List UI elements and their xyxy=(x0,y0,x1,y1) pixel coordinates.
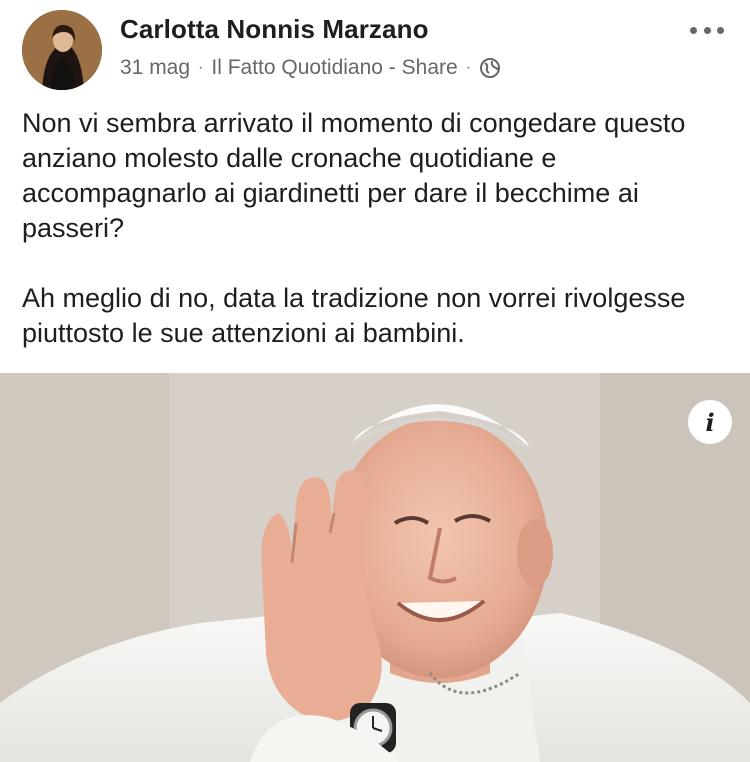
avatar[interactable] xyxy=(22,10,102,90)
photo-illustration xyxy=(0,373,750,762)
info-icon[interactable]: i xyxy=(688,400,732,444)
shared-from[interactable]: Il Fatto Quotidiano - Share xyxy=(211,56,457,80)
meta-separator: · xyxy=(465,59,472,76)
more-options-icon[interactable] xyxy=(690,20,724,40)
post-photo[interactable]: i xyxy=(0,373,750,762)
post-text: Non vi sembra arrivato il momento di con… xyxy=(22,106,732,351)
post-paragraph-1: Non vi sembra arrivato il momento di con… xyxy=(22,108,686,243)
post-meta: 31 mag · Il Fatto Quotidiano - Share · xyxy=(120,56,501,80)
globe-icon xyxy=(479,57,501,79)
avatar-image xyxy=(22,10,102,90)
post-paragraph-2: Ah meglio di no, data la tradizione non … xyxy=(22,283,686,348)
post-date[interactable]: 31 mag xyxy=(120,56,190,80)
meta-separator: · xyxy=(198,59,204,76)
facebook-post: Carlotta Nonnis Marzano 31 mag · Il Fatt… xyxy=(0,0,750,762)
author-name[interactable]: Carlotta Nonnis Marzano xyxy=(120,14,429,45)
